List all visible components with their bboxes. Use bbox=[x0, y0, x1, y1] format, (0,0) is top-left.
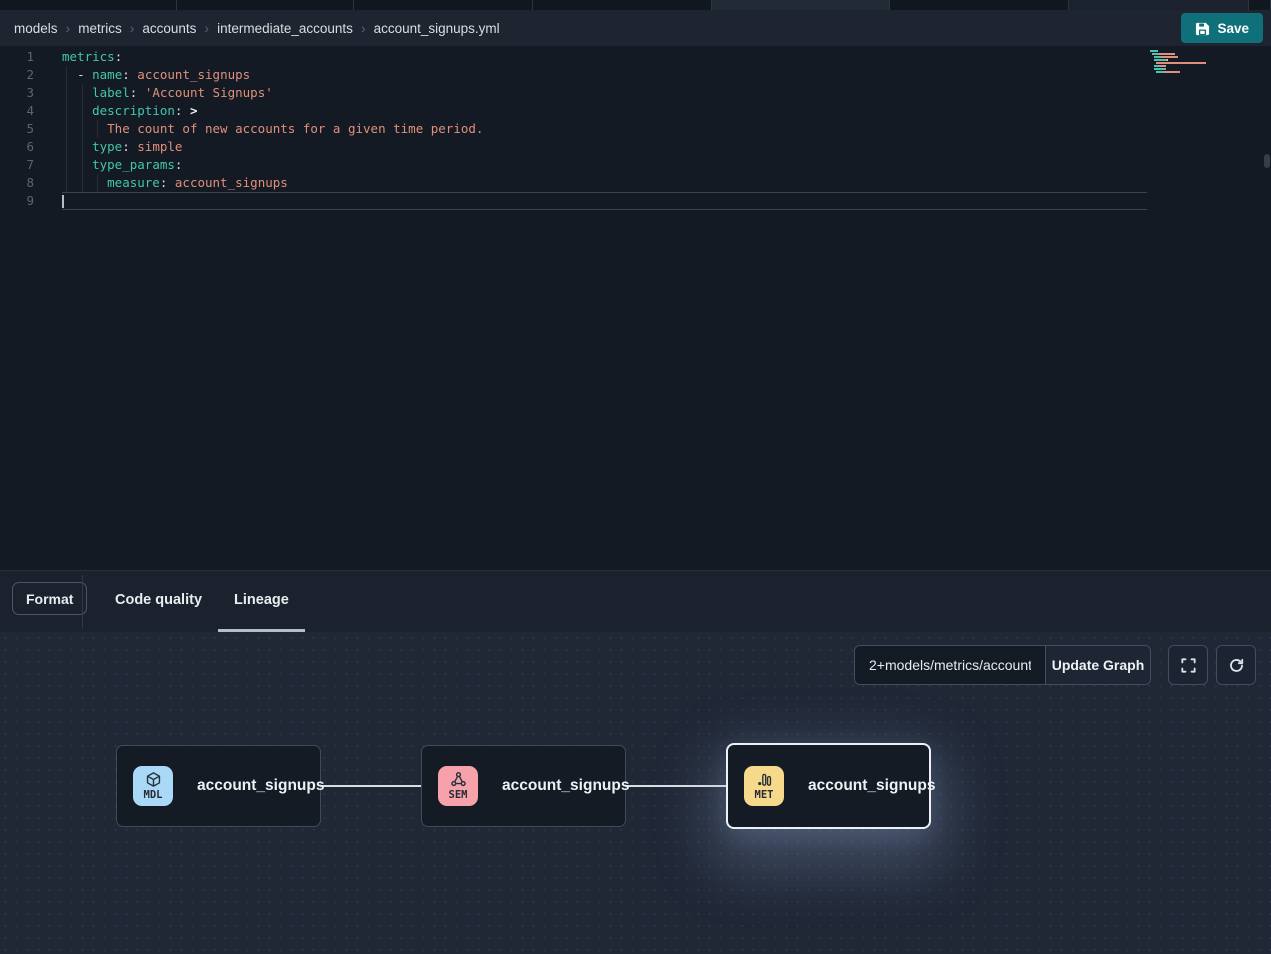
save-label: Save bbox=[1217, 21, 1249, 36]
panel-tabs: Code qualityLineage bbox=[99, 571, 305, 632]
code-editor[interactable]: 1metrics:2 - name: account_signups3 labe… bbox=[0, 46, 1271, 570]
node-badge-label: MET bbox=[755, 789, 774, 801]
save-button[interactable]: Save bbox=[1181, 13, 1263, 43]
lineage-controls: Update Graph bbox=[854, 645, 1256, 685]
top-tab-segment[interactable] bbox=[890, 0, 1069, 10]
tab-lineage[interactable]: Lineage bbox=[218, 571, 305, 632]
breadcrumb-item[interactable]: metrics bbox=[78, 21, 122, 36]
code-line[interactable]: 5 The count of new accounts for a given … bbox=[0, 120, 1271, 138]
lineage-canvas[interactable]: Update Graph MDL account_signups SEM accoun… bbox=[0, 632, 1271, 954]
top-tab-segment[interactable] bbox=[533, 0, 712, 10]
editor-scrollbar-handle[interactable] bbox=[1264, 154, 1270, 168]
format-button[interactable]: Format bbox=[12, 582, 87, 615]
line-number: 2 bbox=[0, 66, 36, 84]
minimap-line bbox=[1150, 65, 1216, 67]
app-window: models › metrics › accounts › intermediate_acc… bbox=[0, 0, 1271, 954]
code-line[interactable]: 8 measure: account_signups bbox=[0, 174, 1271, 192]
line-number: 1 bbox=[0, 48, 36, 66]
update-graph-button[interactable]: Update Graph bbox=[1045, 646, 1150, 684]
breadcrumb: models › metrics › accounts › intermediate_acc… bbox=[14, 20, 500, 36]
line-number: 9 bbox=[0, 192, 36, 210]
lineage-node-mdl[interactable]: MDL account_signups bbox=[116, 745, 321, 827]
chart-icon bbox=[756, 771, 773, 788]
text-cursor bbox=[62, 195, 64, 208]
minimap-line bbox=[1150, 59, 1216, 61]
fullscreen-icon bbox=[1180, 657, 1197, 674]
code-line[interactable]: 4 description: > bbox=[0, 102, 1271, 120]
lineage-edge bbox=[626, 785, 726, 787]
refresh-button[interactable] bbox=[1216, 645, 1256, 685]
tab-code-quality[interactable]: Code quality bbox=[99, 571, 218, 632]
top-tab-segment[interactable] bbox=[177, 0, 354, 10]
line-number: 8 bbox=[0, 174, 36, 192]
minimap-line bbox=[1150, 53, 1216, 55]
line-number: 5 bbox=[0, 120, 36, 138]
fullscreen-button[interactable] bbox=[1168, 645, 1208, 685]
minimap-line bbox=[1150, 71, 1216, 73]
top-tab-strip bbox=[0, 0, 1271, 10]
floppy-icon bbox=[1195, 21, 1210, 36]
minimap-line bbox=[1150, 68, 1216, 70]
node-badge: MDL bbox=[133, 766, 173, 806]
breadcrumb-item[interactable]: models bbox=[14, 21, 58, 36]
line-number: 6 bbox=[0, 138, 36, 156]
breadcrumb-separator-icon: › bbox=[66, 20, 71, 36]
minimap[interactable] bbox=[1150, 50, 1216, 77]
lineage-edge bbox=[320, 785, 421, 787]
minimap-line bbox=[1150, 74, 1216, 76]
network-icon bbox=[450, 771, 467, 788]
node-label: account_signups bbox=[808, 777, 935, 795]
node-badge-label: SEM bbox=[449, 789, 468, 801]
code-line[interactable]: 1metrics: bbox=[0, 48, 1271, 66]
breadcrumb-separator-icon: › bbox=[204, 20, 209, 36]
top-tab-segment[interactable] bbox=[354, 0, 533, 10]
code-lines: 1metrics:2 - name: account_signups3 labe… bbox=[0, 48, 1271, 210]
node-label: account_signups bbox=[502, 777, 629, 795]
minimap-line bbox=[1150, 56, 1216, 58]
code-line[interactable]: 7 type_params: bbox=[0, 156, 1271, 174]
line-number: 7 bbox=[0, 156, 36, 174]
node-label: account_signups bbox=[197, 777, 324, 795]
breadcrumb-item[interactable]: account_signups.yml bbox=[374, 21, 500, 36]
breadcrumb-item[interactable]: accounts bbox=[142, 21, 196, 36]
minimap-line bbox=[1150, 50, 1216, 52]
node-badge: SEM bbox=[438, 766, 478, 806]
node-badge: MET bbox=[744, 766, 784, 806]
top-tab-segment[interactable] bbox=[1069, 0, 1249, 10]
selector-group: Update Graph bbox=[854, 645, 1151, 685]
breadcrumb-separator-icon: › bbox=[130, 20, 135, 36]
breadcrumb-item[interactable]: intermediate_accounts bbox=[217, 21, 353, 36]
panel-tab-row: Format Code qualityLineage bbox=[0, 570, 1271, 632]
top-tab-segment[interactable] bbox=[712, 0, 890, 10]
code-line[interactable]: 2 - name: account_signups bbox=[0, 66, 1271, 84]
refresh-icon bbox=[1228, 657, 1245, 674]
cube-icon bbox=[145, 771, 162, 788]
code-line[interactable]: 3 label: 'Account Signups' bbox=[0, 84, 1271, 102]
lineage-node-met[interactable]: METaccount_signups bbox=[726, 743, 931, 829]
node-badge-label: MDL bbox=[144, 789, 163, 801]
breadcrumb-bar: models › metrics › accounts › intermediate_acc… bbox=[0, 10, 1271, 46]
top-tab-segment[interactable] bbox=[1249, 0, 1271, 10]
line-number: 3 bbox=[0, 84, 36, 102]
line-number: 4 bbox=[0, 102, 36, 120]
bottom-panel: Format Code qualityLineage Update Graph bbox=[0, 570, 1271, 954]
lineage-selector-input[interactable] bbox=[855, 646, 1045, 684]
top-tab-segment[interactable] bbox=[0, 0, 177, 10]
lineage-node-sem[interactable]: SEM account_signups bbox=[421, 745, 626, 827]
minimap-line bbox=[1150, 62, 1216, 64]
panel-divider bbox=[82, 575, 83, 629]
current-line-highlight bbox=[62, 192, 1147, 210]
code-line[interactable]: 6 type: simple bbox=[0, 138, 1271, 156]
breadcrumb-separator-icon: › bbox=[361, 20, 366, 36]
